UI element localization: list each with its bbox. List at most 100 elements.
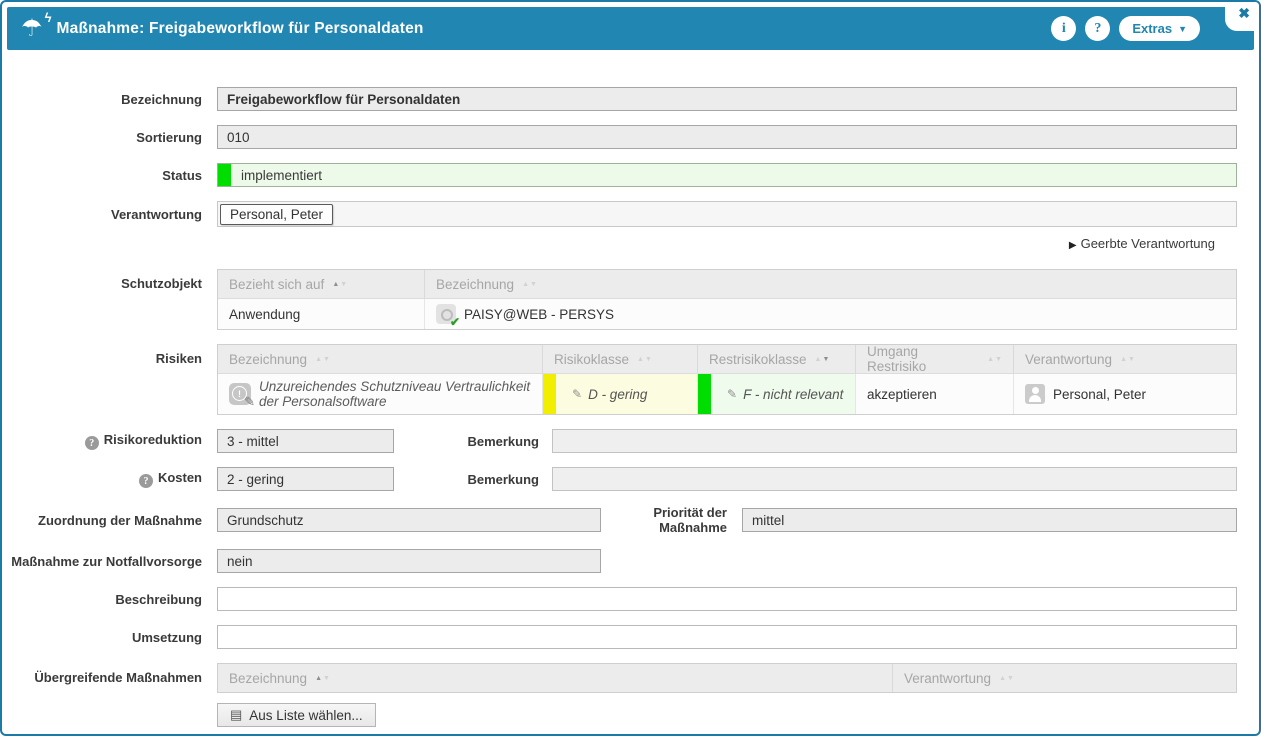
uebergreifend-col-bezeichnung[interactable]: Bezeichnung ▲▼: [218, 664, 893, 692]
schutzobjekt-cell-type: Anwendung: [218, 299, 425, 329]
sort-desc-icon[interactable]: ▼: [323, 356, 330, 363]
risk-class-cell[interactable]: ✎D - gering: [543, 374, 698, 414]
uebergreifend-label: Übergreifende Maßnahmen: [10, 663, 217, 685]
umsetzung-input[interactable]: [217, 625, 1237, 649]
risk-name-cell: Unzureichendes Schutzniveau Vertraulichk…: [218, 374, 543, 414]
uebergreifend-col-verantwortung[interactable]: Verantwortung ▲▼: [893, 664, 1236, 692]
row-status: Status implementiert: [10, 163, 1237, 187]
extras-menu-button[interactable]: Extras ▼: [1119, 16, 1200, 41]
help-button[interactable]: ?: [1085, 16, 1110, 41]
row-notfallvorsorge: Maßnahme zur Notfallvorsorge nein: [10, 549, 1237, 573]
schutzobjekt-label: Schutzobjekt: [10, 269, 217, 291]
row-risikoreduktion: ?Risikoreduktion 3 - mittel Bemerkung: [10, 429, 1237, 453]
risiken-table: Bezeichnung ▲▼ Risikoklasse ▲▼ Restrisik…: [217, 344, 1237, 415]
sort-asc-icon[interactable]: ▲: [637, 356, 644, 363]
close-button[interactable]: ✖: [1225, 2, 1259, 31]
risiken-col-verantwortung[interactable]: Verantwortung ▲▼: [1014, 345, 1236, 373]
sort-desc-icon[interactable]: ▼: [340, 281, 347, 288]
risiken-label: Risiken: [10, 344, 217, 366]
risiken-col-restrisikoklasse[interactable]: Restrisikoklasse ▲▼: [698, 345, 856, 373]
title-bar: ☂ϟ Maßnahme: Freigabeworkflow für Person…: [7, 7, 1254, 50]
sort-desc-icon[interactable]: ▼: [1128, 356, 1135, 363]
form-content: Bezeichnung Freigabeworkflow für Persona…: [2, 50, 1259, 727]
schutzobjekt-col-bezieht-sich-auf[interactable]: Bezieht sich auf ▲▼: [218, 270, 425, 298]
verantwortung-label: Verantwortung: [10, 207, 217, 222]
risiken-col-bezeichnung[interactable]: Bezeichnung ▲▼: [218, 345, 543, 373]
status-select[interactable]: implementiert: [217, 163, 1237, 187]
sort-asc-icon[interactable]: ▲: [522, 281, 529, 288]
bezeichnung-input[interactable]: Freigabeworkflow für Personaldaten: [217, 87, 1237, 111]
bemerkung-label: Bemerkung: [394, 434, 552, 449]
zuordnung-select[interactable]: Grundschutz: [217, 508, 601, 532]
schutzobjekt-table: Bezieht sich auf ▲▼ Bezeichnung ▲▼ Anwen…: [217, 269, 1237, 330]
kosten-select[interactable]: 2 - gering: [217, 467, 394, 491]
sort-asc-icon[interactable]: ▲: [332, 281, 339, 288]
help-tooltip-icon[interactable]: ?: [139, 474, 153, 488]
sort-asc-icon[interactable]: ▲: [1120, 356, 1127, 363]
sort-asc-icon[interactable]: ▲: [315, 356, 322, 363]
row-beschreibung: Beschreibung: [10, 587, 1237, 611]
extras-label: Extras: [1132, 21, 1172, 36]
sort-desc-icon[interactable]: ▼: [995, 356, 1002, 363]
choose-from-list-button[interactable]: ▤ Aus Liste wählen...: [217, 703, 376, 727]
sort-asc-icon[interactable]: ▲: [315, 675, 322, 682]
uebergreifend-table: Bezeichnung ▲▼ Verantwortung ▲▼: [217, 663, 1237, 693]
notfallvorsorge-label: Maßnahme zur Notfallvorsorge: [10, 554, 217, 569]
prioritaet-label: Priorität der Maßnahme: [601, 505, 742, 535]
risikoreduktion-select[interactable]: 3 - mittel: [217, 429, 394, 453]
sort-desc-icon[interactable]: ▼: [822, 356, 829, 363]
zuordnung-label: Zuordnung der Maßnahme: [10, 513, 217, 528]
sort-desc-icon[interactable]: ▼: [645, 356, 652, 363]
risikoreduktion-bemerkung-input[interactable]: [552, 429, 1237, 453]
measure-dialog: ☂ϟ Maßnahme: Freigabeworkflow für Person…: [0, 0, 1261, 736]
umbrella-risk-icon: ☂ϟ: [21, 17, 43, 41]
notfallvorsorge-select[interactable]: nein: [217, 549, 601, 573]
inherited-responsibility-link[interactable]: ▶Geerbte Verantwortung: [1069, 236, 1215, 251]
edit-pencil-icon[interactable]: ✎: [727, 387, 737, 401]
sort-asc-icon[interactable]: ▲: [815, 356, 822, 363]
kosten-label: ?Kosten: [10, 470, 217, 489]
row-schutzobjekt: Schutzobjekt Bezieht sich auf ▲▼ Bezeich…: [10, 269, 1237, 330]
risiken-row[interactable]: Unzureichendes Schutzniveau Vertraulichk…: [218, 373, 1236, 414]
beschreibung-label: Beschreibung: [10, 592, 217, 607]
sort-desc-icon[interactable]: ▼: [323, 675, 330, 682]
schutzobjekt-col-bezeichnung[interactable]: Bezeichnung ▲▼: [425, 270, 1236, 298]
verantwortung-input[interactable]: Personal, Peter: [217, 201, 1237, 227]
sortierung-label: Sortierung: [10, 130, 217, 145]
sort-desc-icon[interactable]: ▼: [1007, 675, 1014, 682]
bemerkung-label: Bemerkung: [394, 472, 552, 487]
list-icon: ▤: [230, 707, 242, 723]
risk-class-color-chip: [543, 374, 556, 414]
prioritaet-select[interactable]: mittel: [742, 508, 1237, 532]
close-icon: ✖: [1238, 5, 1250, 22]
kosten-bemerkung-input[interactable]: [552, 467, 1237, 491]
risiken-col-risikoklasse[interactable]: Risikoklasse ▲▼: [543, 345, 698, 373]
row-bezeichnung: Bezeichnung Freigabeworkflow für Persona…: [10, 87, 1237, 111]
residual-risk-handling-cell: akzeptieren: [856, 374, 1014, 414]
row-kosten: ?Kosten 2 - gering Bemerkung: [10, 467, 1237, 491]
status-color-chip: [218, 164, 231, 186]
person-chip[interactable]: Personal, Peter: [220, 204, 333, 225]
chevron-down-icon: ▼: [1178, 24, 1187, 34]
row-umsetzung: Umsetzung: [10, 625, 1237, 649]
bezeichnung-label: Bezeichnung: [10, 92, 217, 107]
sort-desc-icon[interactable]: ▼: [530, 281, 537, 288]
sort-asc-icon[interactable]: ▲: [999, 675, 1006, 682]
schutzobjekt-row[interactable]: Anwendung PAISY@WEB - PERSYS: [218, 298, 1236, 329]
help-tooltip-icon[interactable]: ?: [85, 436, 99, 450]
umsetzung-label: Umsetzung: [10, 630, 217, 645]
row-uebergreifend: Übergreifende Maßnahmen Bezeichnung ▲▼ V…: [10, 663, 1237, 727]
expander-triangle-icon: ▶: [1069, 240, 1077, 251]
edit-pencil-icon[interactable]: ✎: [572, 387, 582, 401]
row-zuordnung: Zuordnung der Maßnahme Grundschutz Prior…: [10, 505, 1237, 535]
sortierung-input[interactable]: 010: [217, 125, 1237, 149]
beschreibung-input[interactable]: [217, 587, 1237, 611]
page-title: Maßnahme: Freigabeworkflow für Personald…: [57, 20, 424, 38]
sort-asc-icon[interactable]: ▲: [987, 356, 994, 363]
info-button[interactable]: i: [1051, 16, 1076, 41]
row-geerbte: ▶Geerbte Verantwortung: [10, 235, 1215, 253]
risk-warning-icon: [229, 383, 251, 405]
residual-risk-class-cell[interactable]: ✎F - nicht relevant: [698, 374, 856, 414]
row-verantwortung: Verantwortung Personal, Peter: [10, 201, 1237, 227]
risiken-col-umgang[interactable]: Umgang Restrisiko ▲▼: [856, 345, 1014, 373]
